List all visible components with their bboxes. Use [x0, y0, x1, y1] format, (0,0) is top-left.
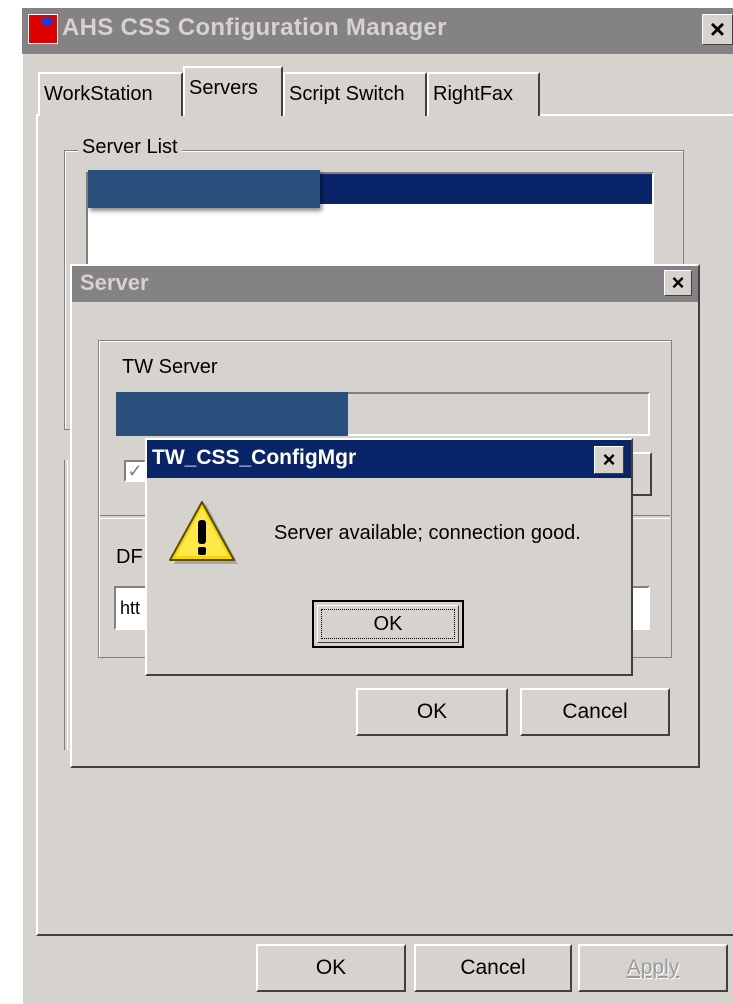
server-dialog-titlebar[interactable] [72, 266, 698, 302]
server-cancel-button[interactable]: Cancel [520, 688, 670, 736]
close-icon[interactable]: × [664, 270, 692, 296]
ok-button[interactable]: OK [256, 944, 406, 992]
tab-servers[interactable]: Servers [183, 66, 283, 116]
apply-label: Apply [626, 956, 680, 979]
warning-icon [169, 501, 238, 564]
tw-server-label: TW Server [122, 356, 218, 378]
apply-button[interactable]: Apply [578, 944, 728, 992]
cancel-button[interactable]: Cancel [414, 944, 572, 992]
close-icon[interactable]: × [702, 14, 733, 45]
server-list-label: Server List [78, 136, 182, 159]
group-edge [64, 460, 68, 750]
message-text: Server available; connection good. [274, 522, 581, 544]
tab-script-switch[interactable]: Script Switch [283, 72, 427, 116]
server-ok-button[interactable]: OK [356, 688, 508, 736]
tab-rightfax[interactable]: RightFax [427, 72, 540, 116]
message-box-title: TW_CSS_ConfigMgr [152, 446, 357, 469]
message-ok-button[interactable]: OK [312, 600, 464, 648]
app-icon [28, 14, 58, 44]
message-ok-label: OK [321, 609, 455, 639]
tab-workstation[interactable]: WorkStation [38, 72, 183, 116]
redaction-block [116, 392, 348, 436]
close-icon[interactable]: × [594, 446, 624, 474]
checkbox[interactable]: ✓ [124, 460, 146, 482]
server-dialog-title: Server [80, 270, 149, 295]
df-label: DF [116, 546, 143, 568]
window-title: AHS CSS Configuration Manager [62, 14, 447, 41]
redaction-block [88, 170, 320, 208]
